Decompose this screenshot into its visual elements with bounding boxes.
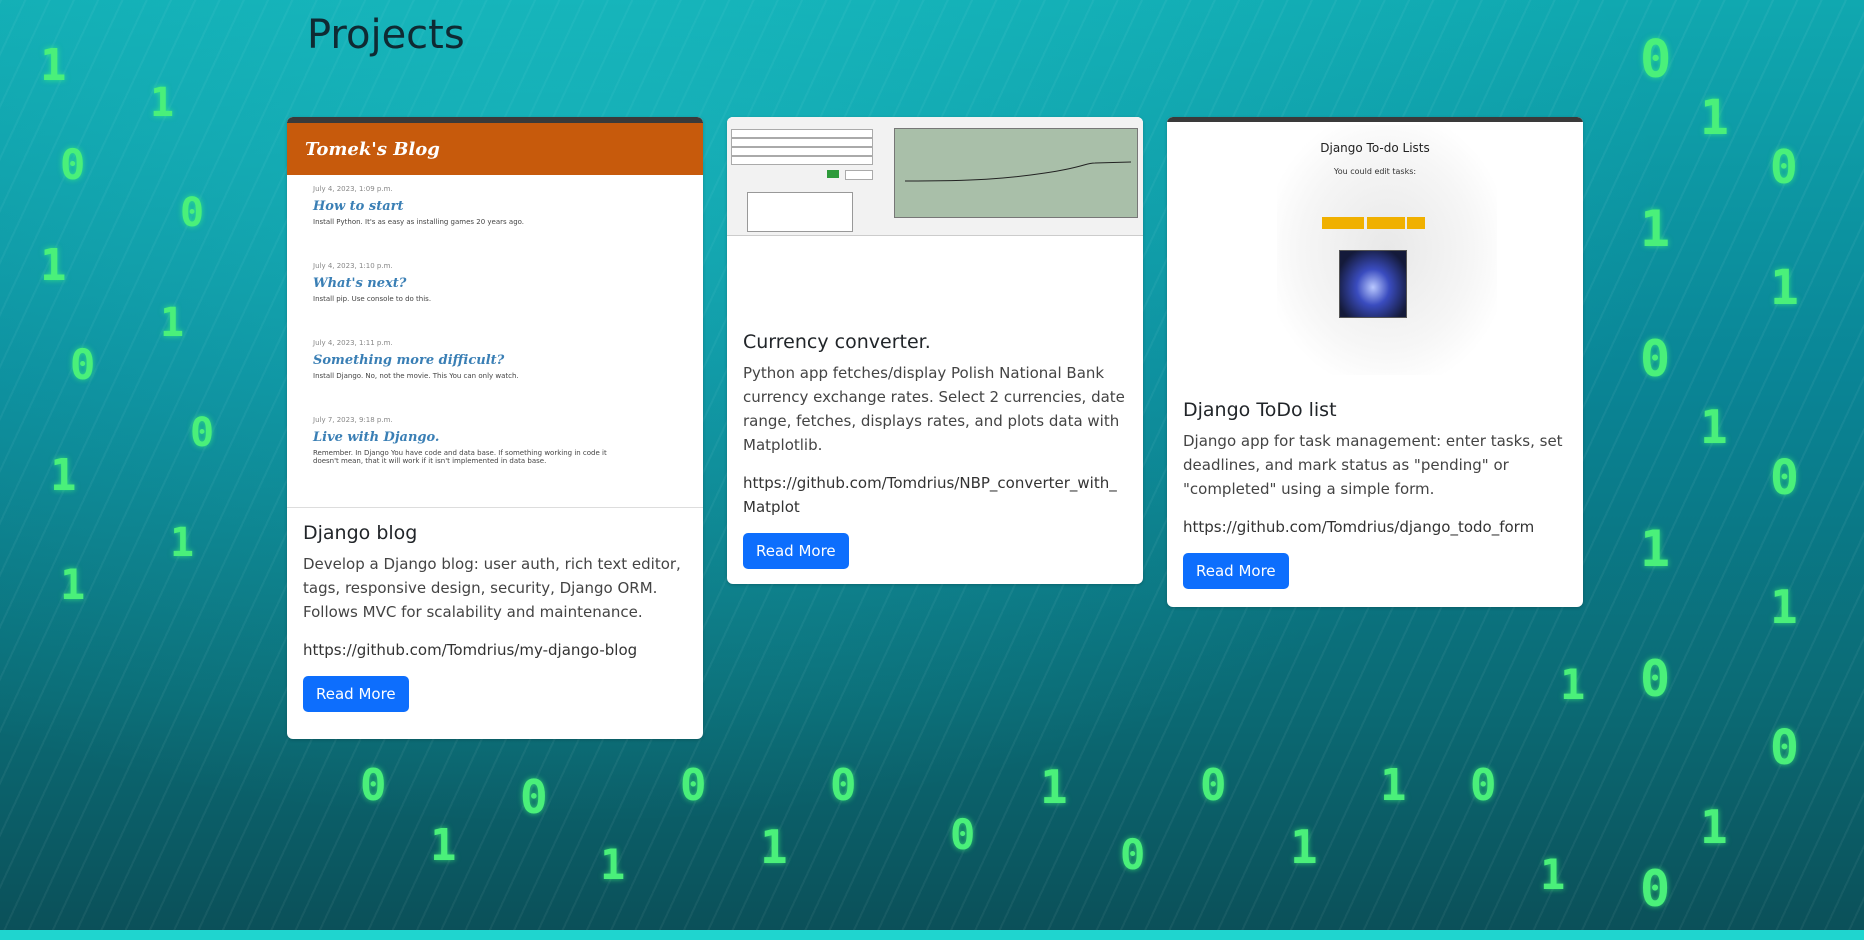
form-row: [731, 138, 873, 147]
blog-post: July 4, 2023, 1:09 p.m. How to start Ins…: [287, 185, 703, 226]
post-title: Live with Django.: [313, 430, 440, 445]
blog-post: July 7, 2023, 9:18 p.m. Live with Django…: [287, 416, 703, 465]
todo-action-button-screenshot: [1367, 217, 1405, 229]
project-card-currency-converter: Currency converter. Python app fetches/d…: [727, 117, 1143, 584]
blog-post: July 4, 2023, 1:11 p.m. Something more d…: [287, 339, 703, 380]
card-description: Develop a Django blog: user auth, rich t…: [303, 555, 681, 621]
form-row: [731, 129, 873, 138]
post-title: How to start: [313, 199, 404, 214]
window-titlebar: [1167, 117, 1583, 122]
rates-plot-screenshot: [894, 128, 1138, 218]
card-repo-link: https://github.com/Tomdrius/NBP_converte…: [743, 474, 1117, 516]
card-title: Django blog: [303, 522, 418, 544]
card-description: Python app fetches/display Polish Nation…: [743, 364, 1125, 454]
card-repo-link: https://github.com/Tomdrius/my-django-bl…: [303, 641, 638, 659]
blog-screenshot-thumbnail: Tomek's Blog July 4, 2023, 1:09 p.m. How…: [287, 117, 703, 508]
post-excerpt: Install pip. Use console to do this.: [313, 295, 432, 303]
post-excerpt: Install Django. No, not the movie. This …: [313, 372, 519, 380]
todo-app-subheading: You could edit tasks:: [1333, 167, 1417, 176]
todo-app-screenshot-thumbnail: Django To-do Lists You could edit tasks:: [1167, 117, 1583, 385]
read-more-button[interactable]: Read More: [743, 533, 849, 569]
bottom-bar: [0, 930, 1864, 940]
rates-line-icon: [904, 161, 1132, 182]
post-date: July 7, 2023, 9:18 p.m.: [313, 416, 393, 424]
project-card-django-todo: Django To-do Lists You could edit tasks:…: [1167, 117, 1583, 607]
card-description: Django app for task management: enter ta…: [1183, 432, 1563, 498]
card-body: Django blog Develop a Django blog: user …: [287, 508, 703, 726]
card-repo-link: https://github.com/Tomdrius/django_todo_…: [1183, 518, 1535, 536]
todo-image-screenshot: [1339, 250, 1407, 318]
post-title: What's next?: [313, 276, 407, 291]
card-title: Currency converter.: [743, 331, 931, 353]
blog-post: July 4, 2023, 1:10 p.m. What's next? Ins…: [287, 262, 703, 303]
blog-brand: Tomek's Blog: [305, 138, 440, 160]
fetch-button-screenshot: [827, 170, 839, 178]
currency-app-screenshot-thumbnail: [727, 117, 1143, 317]
blog-header: Tomek's Blog: [287, 123, 703, 175]
form-row: [731, 156, 873, 165]
form-row: [731, 147, 873, 156]
post-excerpt: Install Python. It's as easy as installi…: [313, 218, 525, 226]
page-title: Projects: [307, 12, 465, 58]
post-date: July 4, 2023, 1:10 p.m.: [313, 262, 393, 270]
read-more-button[interactable]: Read More: [303, 676, 409, 712]
post-title: Something more difficult?: [313, 353, 505, 368]
app-window-screenshot: [727, 117, 1143, 236]
todo-app-heading: Django To-do Lists: [1320, 141, 1430, 155]
read-more-button[interactable]: Read More: [1183, 553, 1289, 589]
card-body: Django ToDo list Django app for task man…: [1167, 385, 1583, 603]
card-body: Currency converter. Python app fetches/d…: [727, 317, 1143, 583]
todo-action-button-screenshot: [1322, 217, 1364, 229]
post-date: July 4, 2023, 1:09 p.m.: [313, 185, 393, 193]
post-date: July 4, 2023, 1:11 p.m.: [313, 339, 393, 347]
rates-list-screenshot: [747, 192, 853, 232]
post-excerpt: Remember. In Django You have code and da…: [313, 449, 607, 465]
todo-action-button-screenshot: [1407, 217, 1425, 229]
card-title: Django ToDo list: [1183, 399, 1337, 421]
secondary-button-screenshot: [845, 170, 873, 180]
project-card-django-blog: Tomek's Blog July 4, 2023, 1:09 p.m. How…: [287, 117, 703, 739]
